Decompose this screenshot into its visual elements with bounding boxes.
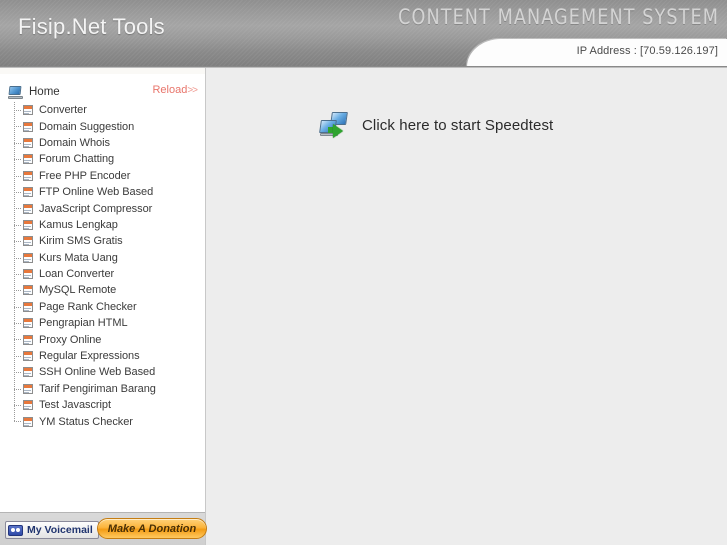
monitor-icon [8,85,23,99]
sidebar-footer: My Voicemail Make A Donation [0,512,207,545]
sidebar-item-label: FTP Online Web Based [39,186,154,199]
page-icon [22,284,34,296]
page-header: Fisip.Net Tools CONTENT MANAGEMENT SYSTE… [0,0,727,68]
sidebar-item-proxy-online[interactable]: Proxy Online [0,331,205,347]
network-computers-icon [319,112,350,138]
sidebar-item-label: Domain Whois [39,136,110,149]
page-title: Fisip.Net Tools [18,14,165,39]
my-voicemail-button[interactable]: My Voicemail [5,521,99,539]
ip-address-text: IP Address : [70.59.126.197] [576,45,718,57]
sidebar-item-domain-whois[interactable]: Domain Whois [0,135,205,151]
sidebar-item-regular-expressions[interactable]: Regular Expressions [0,348,205,364]
page-icon [22,416,34,428]
sidebar-item-label: Pengrapian HTML [39,317,128,330]
page-icon [22,121,34,133]
sidebar-item-home[interactable]: Home [0,82,205,102]
sidebar-item-mysql-remote[interactable]: MySQL Remote [0,282,205,298]
sidebar-item-label: JavaScript Compressor [39,202,153,215]
sidebar-item-label: Page Rank Checker [39,300,137,313]
sidebar-item-label: Regular Expressions [39,350,140,363]
sidebar-item-label: Loan Converter [39,268,115,281]
my-voicemail-label: My Voicemail [27,524,93,536]
sidebar-item-converter[interactable]: Converter [0,102,205,118]
sidebar-item-ym-status-checker[interactable]: YM Status Checker [0,413,205,429]
sidebar-item-free-php-encoder[interactable]: Free PHP Encoder [0,168,205,184]
sidebar-item-ftp-online-web-based[interactable]: FTP Online Web Based [0,184,205,200]
sidebar-item-label: Kirim SMS Gratis [39,235,123,248]
body-area: Reload>> Home Converter Domain Suggestion… [0,68,727,545]
page-icon [22,153,34,165]
page-icon [22,252,34,264]
page-icon [22,235,34,247]
sidebar-item-kamus-lengkap[interactable]: Kamus Lengkap [0,217,205,233]
sidebar-item-loan-converter[interactable]: Loan Converter [0,266,205,282]
sidebar-item-javascript-compressor[interactable]: JavaScript Compressor [0,200,205,216]
make-a-donation-label: Make A Donation [107,522,197,535]
sidebar-item-label: Forum Chatting [39,153,115,166]
sidebar-item-kirim-sms-gratis[interactable]: Kirim SMS Gratis [0,233,205,249]
page-icon [22,383,34,395]
page-icon [22,334,34,346]
page-icon [22,170,34,182]
start-speedtest-label: Click here to start Speedtest [362,116,554,134]
sidebar-item-test-javascript[interactable]: Test Javascript [0,397,205,413]
sidebar-item-pengrapian-html[interactable]: Pengrapian HTML [0,315,205,331]
page-icon [22,104,34,116]
sidebar-item-label: Kamus Lengkap [39,218,118,231]
sidebar-item-kurs-mata-uang[interactable]: Kurs Mata Uang [0,250,205,266]
sidebar-item-label: Proxy Online [39,333,102,346]
page-icon [22,268,34,280]
page-icon [22,350,34,362]
sidebar-item-tarif-pengiriman-barang[interactable]: Tarif Pengiriman Barang [0,381,205,397]
sidebar-item-label: MySQL Remote [39,284,117,297]
page-icon [22,399,34,411]
sidebar: Reload>> Home Converter Domain Suggestion… [0,68,207,545]
make-a-donation-button[interactable]: Make A Donation [97,518,207,539]
voicemail-icon [8,524,23,536]
sidebar-item-forum-chatting[interactable]: Forum Chatting [0,151,205,167]
navigation-tree: Home Converter Domain Suggestion Domain Wh… [0,82,205,430]
sidebar-item-label: Domain Suggestion [39,120,135,133]
navigation-tree-children: Converter Domain Suggestion Domain Whois Fo… [0,102,205,430]
main-content: Click here to start Speedtest [207,68,727,545]
sidebar-item-label: SSH Online Web Based [39,366,156,379]
page-icon [22,186,34,198]
cms-brand-label: CONTENT MANAGEMENT SYSTEM [398,5,719,29]
page-icon [22,317,34,329]
sidebar-item-label: Home [29,86,60,98]
sidebar-item-label: Tarif Pengiriman Barang [39,382,156,395]
sidebar-item-label: Converter [39,104,87,117]
sidebar-item-ssh-online-web-based[interactable]: SSH Online Web Based [0,364,205,380]
page-icon [22,203,34,215]
sidebar-item-domain-suggestion[interactable]: Domain Suggestion [0,118,205,134]
sidebar-item-page-rank-checker[interactable]: Page Rank Checker [0,299,205,315]
sidebar-item-label: Free PHP Encoder [39,169,131,182]
page-icon [22,219,34,231]
start-speedtest-link[interactable]: Click here to start Speedtest [319,112,554,138]
page-icon [22,366,34,378]
page-icon [22,301,34,313]
page-icon [22,137,34,149]
sidebar-item-label: Kurs Mata Uang [39,251,118,264]
sidebar-top-strip [0,68,205,74]
sidebar-item-label: YM Status Checker [39,415,133,428]
sidebar-item-label: Test Javascript [39,399,111,412]
